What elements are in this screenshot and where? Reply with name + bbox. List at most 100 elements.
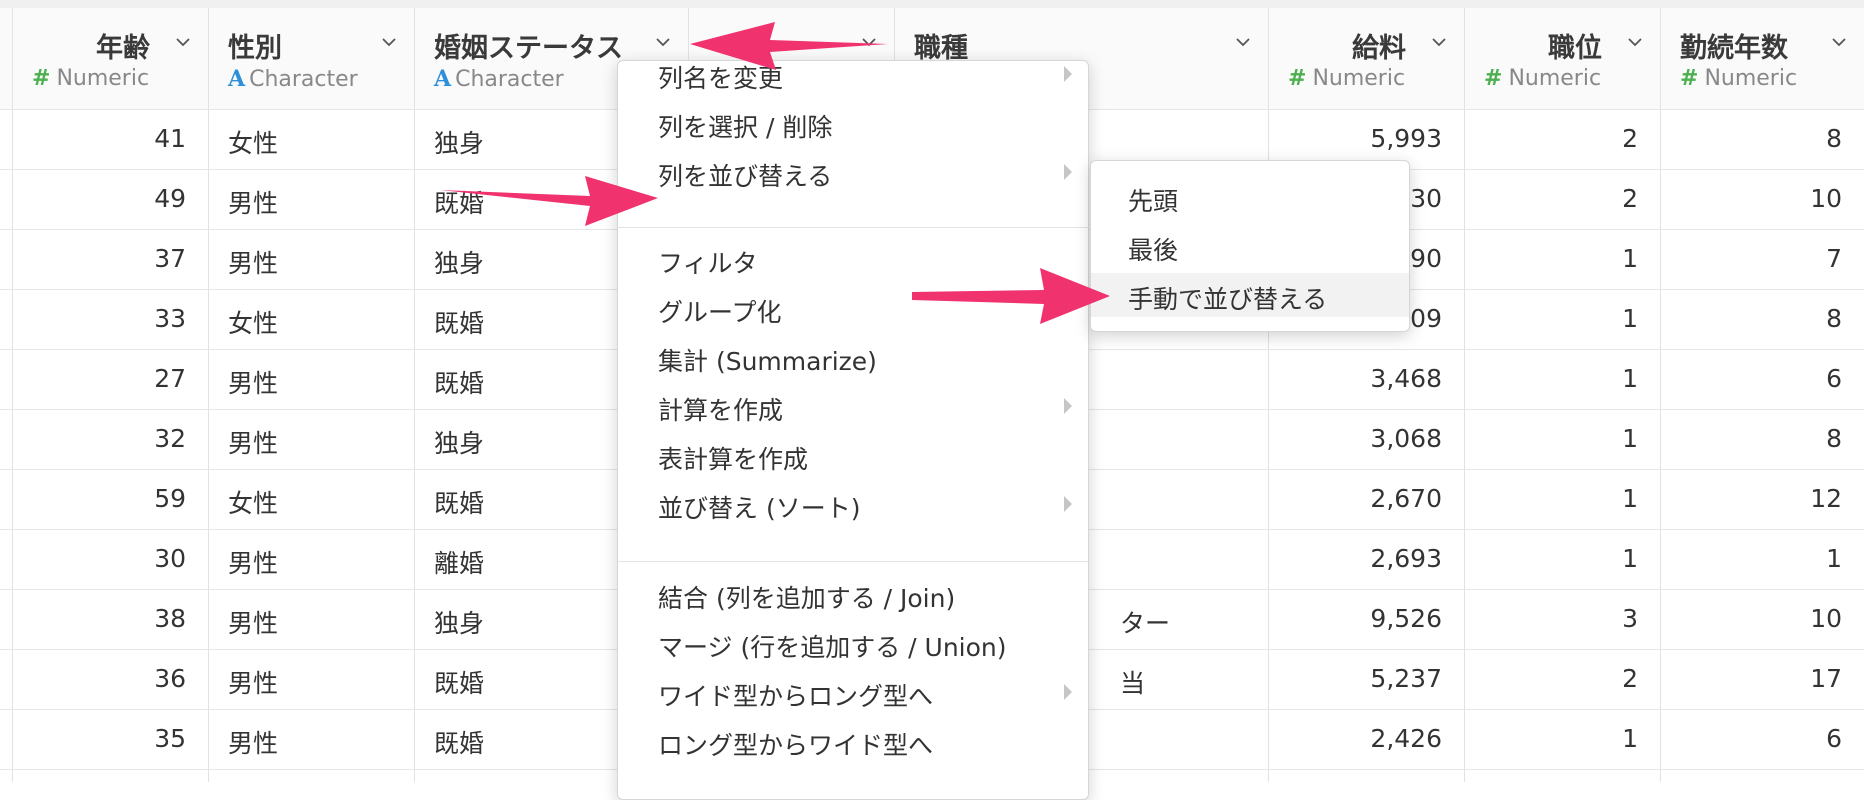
menu-item-4[interactable]: フィルタ [618, 237, 1088, 281]
table-cell-gender: 男性 [228, 189, 279, 218]
column-divider [414, 8, 415, 782]
table-cell-gender: 男性 [228, 669, 279, 698]
table-cell-marital: 既婚 [434, 309, 485, 338]
table-cell-position: 1 [1622, 304, 1638, 333]
menu-item-10[interactable]: 結合 (列を追加する / Join) [618, 572, 1088, 616]
table-cell-salary: 2,426 [1370, 724, 1442, 753]
chevron-down-icon[interactable] [656, 35, 670, 49]
column-type: # Numeric [1484, 66, 1602, 91]
menu-item-label: 列を選択 / 削除 [658, 113, 833, 142]
column-header-age[interactable]: 年齢 # Numeric [12, 8, 208, 109]
table-top-strip [0, 0, 1864, 8]
table-cell-gender: 男性 [228, 729, 279, 758]
table-cell-position: 1 [1622, 544, 1638, 573]
column-header-position[interactable]: 職位 # Numeric [1464, 8, 1660, 109]
menu-item-label: 計算を作成 [658, 396, 784, 425]
table-cell-age: 37 [154, 244, 186, 273]
table-cell-position: 3 [1622, 604, 1638, 633]
table-cell-gender: 男性 [228, 549, 279, 578]
menu-item-7[interactable]: 計算を作成 [618, 384, 1088, 428]
numeric-type-icon: # [1680, 66, 1699, 91]
menu-item-5[interactable]: グループ化 [618, 286, 1088, 330]
chevron-right-icon [1064, 398, 1072, 414]
chevron-down-icon[interactable] [862, 35, 876, 49]
column-divider [1268, 8, 1269, 782]
column-divider [1464, 8, 1465, 782]
table-cell-marital: 既婚 [434, 489, 485, 518]
submenu-item-3[interactable]: 手動で並び替える [1091, 273, 1409, 317]
table-cell-position: 2 [1622, 664, 1638, 693]
menu-item-label: マージ (行を追加する / Union) [658, 633, 1007, 662]
table-cell-tenure: 1 [1826, 544, 1842, 573]
column-header-gender[interactable]: 性別 A Character [208, 8, 414, 109]
column-name: 給料 [1352, 33, 1406, 64]
menu-item-label: 集計 (Summarize) [658, 347, 877, 376]
menu-item-label: 結合 (列を追加する / Join) [658, 584, 956, 613]
chevron-down-icon[interactable] [1236, 35, 1250, 49]
table-cell-marital: 既婚 [434, 729, 485, 758]
table-cell-age: 38 [154, 604, 186, 633]
table-cell-gender: 女性 [228, 489, 279, 518]
column-header-tenure[interactable]: 勤続年数 # Numeric [1660, 8, 1864, 109]
chevron-down-icon[interactable] [1628, 35, 1642, 49]
chevron-down-icon[interactable] [1832, 35, 1846, 49]
table-cell-marital: 既婚 [434, 669, 485, 698]
table-cell-age: 35 [154, 724, 186, 753]
submenu-item-label: 先頭 [1128, 187, 1179, 216]
menu-item-label: 表計算を作成 [658, 445, 809, 474]
menu-item-2[interactable]: 列を選択 / 削除 [618, 101, 1088, 145]
table-cell-age: 33 [154, 304, 186, 333]
menu-item-12[interactable]: ワイド型からロング型へ [618, 670, 1088, 714]
chevron-down-icon[interactable] [382, 35, 396, 49]
column-divider [208, 8, 209, 782]
menu-item-label: フィルタ [658, 249, 758, 278]
column-divider [1660, 8, 1661, 782]
table-cell-position: 2 [1622, 124, 1638, 153]
table-cell-tenure: 8 [1826, 124, 1842, 153]
table-cell-age: 27 [154, 364, 186, 393]
table-cell-gender: 女性 [228, 129, 279, 158]
table-cell-position: 1 [1622, 484, 1638, 513]
reorder-columns-submenu: 先頭最後手動で並び替える [1090, 160, 1410, 332]
table-cell-age: 30 [154, 544, 186, 573]
table-cell-marital: 既婚 [434, 189, 485, 218]
numeric-type-icon: # [1484, 66, 1503, 91]
column-name: 勤続年数 [1680, 33, 1788, 64]
menu-item-3[interactable]: 列を並び替える [618, 150, 1088, 194]
table-cell-marital: 離婚 [434, 549, 485, 578]
menu-item-1[interactable]: 列名を変更 [618, 52, 1088, 96]
menu-item-label: 列名を変更 [658, 64, 784, 93]
submenu-item-1[interactable]: 先頭 [1091, 175, 1409, 219]
table-cell-tenure: 7 [1826, 244, 1842, 273]
table-cell-tenure: 8 [1826, 424, 1842, 453]
menu-item-6[interactable]: 集計 (Summarize) [618, 335, 1088, 379]
menu-item-label: ワイド型からロング型へ [658, 682, 934, 711]
table-cell-gender: 男性 [228, 609, 279, 638]
column-header-salary[interactable]: 給料 # Numeric [1268, 8, 1464, 109]
menu-item-9[interactable]: 並び替え (ソート) [618, 482, 1088, 526]
submenu-item-2[interactable]: 最後 [1091, 224, 1409, 268]
table-cell-age: 41 [154, 124, 186, 153]
table-cell-position: 1 [1622, 364, 1638, 393]
menu-item-8[interactable]: 表計算を作成 [618, 433, 1088, 477]
numeric-type-icon: # [32, 66, 51, 91]
column-type: A Character [434, 66, 564, 92]
table-cell-position: 2 [1622, 184, 1638, 213]
submenu-item-label: 手動で並び替える [1128, 285, 1328, 314]
table-cell-marital: 独身 [434, 129, 485, 158]
chevron-down-icon[interactable] [1432, 35, 1446, 49]
menu-item-11[interactable]: マージ (行を追加する / Union) [618, 621, 1088, 665]
character-type-icon: A [228, 66, 246, 92]
chevron-down-icon[interactable] [176, 35, 190, 49]
column-type: A Character [228, 66, 358, 92]
menu-item-13[interactable]: ロング型からワイド型へ [618, 719, 1088, 763]
menu-item-label: 並び替え (ソート) [658, 494, 861, 523]
table-cell-marital: 独身 [434, 609, 485, 638]
menu-item-label: 列を並び替える [658, 162, 833, 191]
table-cell-marital: 独身 [434, 249, 485, 278]
chevron-right-icon [1064, 66, 1072, 82]
table-cell-gender: 女性 [228, 309, 279, 338]
table-cell-job-fragment: 当 [1120, 669, 1146, 698]
menu-separator [618, 561, 1088, 562]
table-cell-tenure: 10 [1810, 604, 1842, 633]
